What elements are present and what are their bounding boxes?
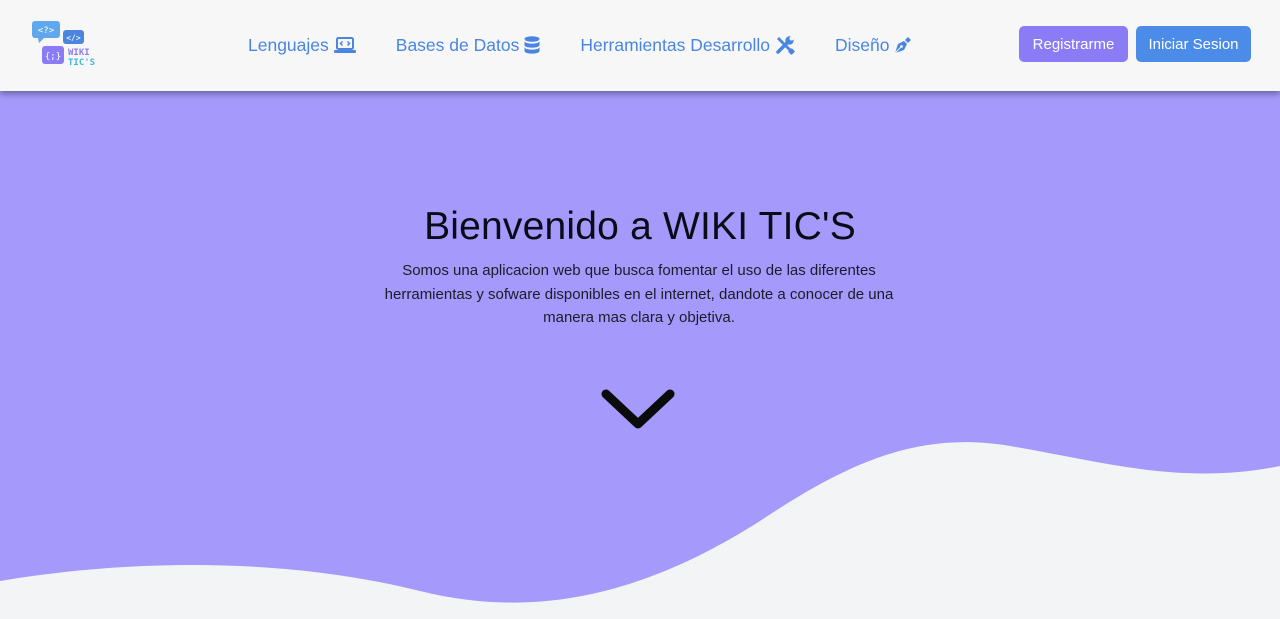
svg-text:TIC'S: TIC'S — [68, 58, 95, 68]
nav-item-label: Bases de Datos — [395, 34, 520, 55]
main-nav: Lenguajes Bases de Datos Herramientas De… — [248, 32, 912, 58]
login-button[interactable]: Iniciar Sesion — [1136, 26, 1251, 62]
svg-text:{;}: {;} — [45, 52, 61, 62]
hero-title: Bienvenido a WIKI TIC'S — [424, 205, 856, 248]
nav-item-bases-de-datos[interactable]: Bases de Datos — [396, 35, 541, 56]
svg-text:WIKI: WIKI — [68, 48, 90, 58]
laptop-code-icon — [333, 37, 356, 53]
register-button[interactable]: Registrarme — [1019, 26, 1128, 62]
nav-item-lenguajes[interactable]: Lenguajes — [248, 35, 356, 56]
pen-nib-icon — [894, 36, 912, 54]
hero-section: Bienvenido a WIKI TIC'S Somos una aplica… — [0, 91, 1280, 619]
nav-item-label: Herramientas Desarrollo — [580, 34, 770, 55]
wave-divider — [0, 442, 1280, 619]
tools-icon — [775, 35, 795, 55]
nav-item-diseno[interactable]: Diseño — [835, 35, 912, 56]
database-icon — [524, 36, 540, 54]
wiki-tics-logo[interactable]: <?> </> {;} WIKI TIC'S — [30, 20, 106, 70]
svg-text:</>: </> — [66, 34, 81, 43]
chevron-down-icon[interactable] — [598, 386, 678, 436]
hero-description: Somos una aplicacion web que busca fomen… — [384, 262, 894, 326]
nav-item-label: Lenguajes — [248, 34, 329, 55]
navbar: <?> </> {;} WIKI TIC'S Lenguajes Bases d… — [0, 0, 1280, 91]
nav-item-label: Diseño — [834, 34, 890, 55]
nav-item-herramientas-desarrollo[interactable]: Herramientas Desarrollo — [580, 35, 795, 56]
svg-text:<?>: <?> — [38, 26, 55, 36]
